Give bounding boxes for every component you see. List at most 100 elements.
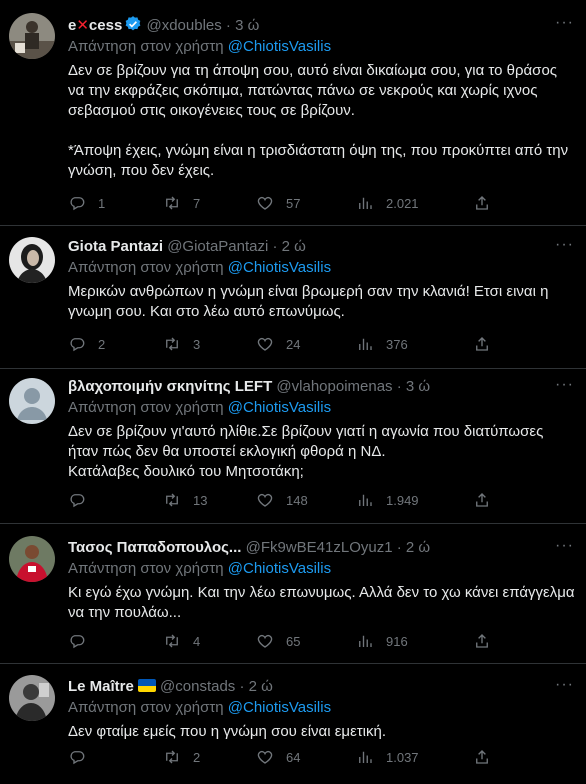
like-button[interactable]: 65: [256, 631, 300, 651]
display-name[interactable]: Le Maître: [68, 678, 134, 695]
retweet-button[interactable]: 3: [163, 334, 200, 354]
like-button[interactable]: 64: [256, 747, 300, 767]
avatar[interactable]: [9, 536, 55, 582]
handle[interactable]: @constads: [160, 678, 235, 695]
timestamp[interactable]: 2 ώ: [249, 678, 273, 695]
tweet-text: Δεν φταίμε εμείς που η γνώμη σου είναι ε…: [68, 722, 576, 742]
reply-button[interactable]: [68, 631, 98, 651]
reply-icon: [70, 494, 85, 508]
mention-link[interactable]: @ChiotisVasilis: [228, 259, 331, 276]
mention-link[interactable]: @ChiotisVasilis: [228, 399, 331, 416]
tweet-giota-pantazi[interactable]: ··· Giota Pantazi @GiotaPantazi · 2 ώ Απ…: [0, 226, 586, 369]
share-button[interactable]: [473, 631, 491, 651]
mention-link[interactable]: @ChiotisVasilis: [228, 38, 331, 55]
avatar[interactable]: [9, 378, 55, 424]
like-button[interactable]: 148: [256, 490, 308, 510]
reply-context: Απάντηση στον χρήστη @ChiotisVasilis: [68, 399, 332, 416]
share-button[interactable]: [473, 490, 491, 510]
retweet-count: 4: [193, 633, 201, 649]
retweet-button[interactable]: 2: [163, 747, 200, 767]
tweet-text: Μερικών ανθρώπων η γνώμη είναι βρωμερή σ…: [68, 282, 576, 322]
retweet-icon: [166, 337, 178, 351]
tweet-text: Δεν σε βρίζουν για τη άποψη σου, αυτό εί…: [68, 61, 576, 181]
separator: ·: [396, 378, 402, 395]
reply-icon: [70, 635, 85, 649]
views-button[interactable]: 2.021: [356, 193, 419, 213]
views-count: 2.021: [386, 195, 419, 211]
retweet-count: 7: [193, 195, 201, 211]
tweet-text: Κι εγώ έχω γνώμη. Και την λέω επωνυμως. …: [68, 583, 576, 623]
tweet-paragraph: Κι εγώ έχω γνώμη. Και την λέω επωνυμως. …: [68, 584, 575, 621]
timestamp[interactable]: 3 ώ: [235, 17, 259, 34]
mention-link[interactable]: @ChiotisVasilis: [228, 560, 331, 577]
views-icon: [359, 635, 372, 647]
views-count: 1.949: [386, 492, 419, 508]
tweet-paragraph: Δεν σε βρίζουν για τη άποψη σου, αυτό εί…: [68, 62, 558, 119]
handle[interactable]: @GiotaPantazi: [167, 238, 268, 255]
handle[interactable]: @xdoubles: [146, 17, 221, 34]
reply-button[interactable]: 2: [68, 334, 105, 354]
retweet-count: 3: [193, 336, 201, 352]
like-icon: [257, 634, 273, 648]
reply-context: Απάντηση στον χρήστη @ChiotisVasilis: [68, 560, 332, 577]
tweet-tasos-papadopoulos[interactable]: ··· Τασος Παπαδοπουλος... @Fk9wBE41zLOyu…: [0, 524, 586, 664]
views-count: 376: [386, 336, 408, 352]
like-count: 24: [286, 336, 301, 352]
retweet-button[interactable]: 7: [163, 193, 200, 213]
tweet-xdoubles[interactable]: ··· e✕cess @xdoubles · 3 ώ Απάντηση στον…: [0, 0, 586, 226]
reply-button[interactable]: 1: [68, 193, 105, 213]
handle[interactable]: @Fk9wBE41zLOyuz1: [246, 539, 393, 556]
reply-icon: [70, 338, 85, 352]
avatar[interactable]: [9, 13, 55, 59]
reply-icon: [70, 197, 85, 211]
reply-context: Απάντηση στον χρήστη @ChiotisVasilis: [68, 699, 332, 716]
tweet-vlahopoimenas[interactable]: ··· βλαχοποιμήν σκηνίτης LEFT @vlahopoim…: [0, 369, 586, 524]
action-bar: 13 148 1.949: [68, 490, 498, 510]
retweet-icon: [166, 750, 178, 764]
reply-button[interactable]: [68, 490, 98, 510]
share-icon: [476, 493, 488, 507]
views-button[interactable]: 1.037: [356, 747, 419, 767]
reply-context: Απάντηση στον χρήστη @ChiotisVasilis: [68, 259, 332, 276]
separator: ·: [272, 238, 278, 255]
display-name[interactable]: βλαχοποιμήν σκηνίτης LEFT: [68, 378, 272, 395]
tweet-paragraph: Μερικών ανθρώπων η γνώμη είναι βρωμερή σ…: [68, 283, 549, 320]
tweet-text: Δεν σε βρίζουν γι'αυτό ηλίθιε.Σε βρίζουν…: [68, 422, 576, 482]
reply-count: 1: [98, 195, 106, 211]
share-icon: [476, 196, 488, 210]
retweet-button[interactable]: 13: [163, 490, 207, 510]
retweet-count: 2: [193, 749, 201, 765]
like-button[interactable]: 24: [256, 334, 300, 354]
avatar[interactable]: [9, 675, 55, 721]
tweet-paragraph: Κατάλαβες δουλικό του Μητσοτάκη;: [68, 463, 304, 480]
share-button[interactable]: [473, 193, 491, 213]
views-button[interactable]: 916: [356, 631, 408, 651]
views-count: 916: [386, 633, 408, 649]
retweet-button[interactable]: 4: [163, 631, 200, 651]
views-icon: [359, 494, 372, 506]
display-name[interactable]: Τασος Παπαδοπουλος...: [68, 539, 241, 556]
tweet-paragraph: Δεν σε βρίζουν γι'αυτό ηλίθιε.Σε βρίζουν…: [68, 423, 544, 460]
verified-badge-icon: [125, 16, 141, 31]
handle[interactable]: @vlahopoimenas: [276, 378, 392, 395]
like-button[interactable]: 57: [256, 193, 300, 213]
share-button[interactable]: [473, 334, 491, 354]
mention-link[interactable]: @ChiotisVasilis: [228, 699, 331, 716]
views-button[interactable]: 1.949: [356, 490, 419, 510]
display-name[interactable]: e✕cess: [68, 17, 122, 34]
views-icon: [359, 751, 372, 763]
action-bar: 2 64 1.037: [68, 747, 498, 767]
timestamp[interactable]: 2 ώ: [406, 539, 430, 556]
views-button[interactable]: 376: [356, 334, 408, 354]
retweet-icon: [166, 634, 178, 648]
separator: ·: [239, 678, 245, 695]
timestamp[interactable]: 3 ώ: [406, 378, 430, 395]
display-name[interactable]: Giota Pantazi: [68, 238, 163, 255]
tweet-constads[interactable]: ··· Le Maître @constads · 2 ώ Απάντηση σ…: [0, 664, 586, 784]
timestamp[interactable]: 2 ώ: [282, 238, 306, 255]
share-button[interactable]: [473, 747, 491, 767]
like-icon: [257, 337, 273, 351]
x-mark-icon: ✕: [76, 17, 89, 34]
reply-button[interactable]: [68, 747, 98, 767]
avatar[interactable]: [9, 237, 55, 283]
